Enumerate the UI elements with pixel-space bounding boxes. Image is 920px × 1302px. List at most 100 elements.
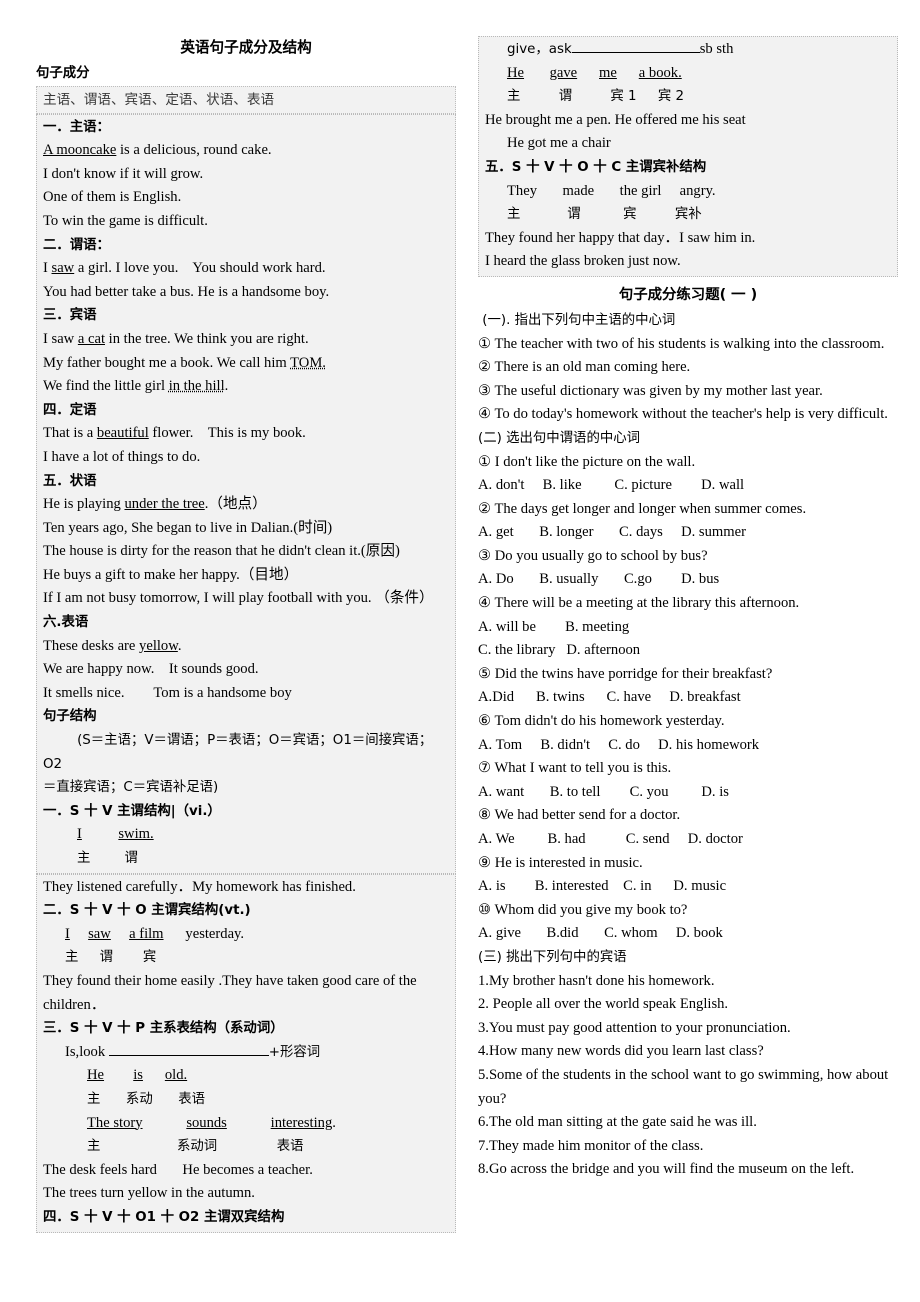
part2-question-10-stem: ⑩ Whom did you give my book to? bbox=[478, 901, 688, 918]
diagram-svp1-words: He is old. bbox=[87, 1067, 188, 1084]
part3-item-7: 7.They made him monitor of the class. bbox=[478, 1137, 704, 1154]
diagram-svp2-words: The story sounds interesting. bbox=[87, 1114, 336, 1131]
example-subject-3: One of them is English. bbox=[43, 189, 182, 206]
part2-question-5-options: A.Did B. twins C. have D. breakfast bbox=[478, 689, 741, 706]
heading-predicate: 二．谓语： bbox=[43, 237, 110, 253]
part3-item-3: 3.You must pay good attention to your pr… bbox=[478, 1019, 791, 1036]
svp-formula-suffix: +形容词 bbox=[268, 1044, 321, 1060]
part3-item-5-cont: you? bbox=[478, 1090, 507, 1107]
example-object-2: My father bought me a book. We call him … bbox=[43, 354, 326, 371]
part2-question-5-stem: ⑤ Did the twins have porridge for their … bbox=[478, 665, 773, 682]
components-list: 主语、谓语、宾语、定语、状语、表语 bbox=[43, 91, 275, 108]
heading-predicative: 六.表语 bbox=[43, 615, 89, 631]
structure-legend-line-2: ＝直接宾语；C＝宾语补足语) bbox=[43, 780, 219, 796]
structure-legend-line-1: (S＝主语；V＝谓语；P＝表语；O＝宾语；O1＝间接宾语；O2 bbox=[43, 733, 433, 772]
left-column: 英语句子成分及结构 句子成分 主语、谓语、宾语、定语、状语、表语 一．主语： A… bbox=[36, 36, 456, 1233]
example-svoc-line-1: They found her happy that day．I saw him … bbox=[485, 229, 756, 246]
exercise-part3-heading: (三) 挑出下列句中的宾语 bbox=[478, 949, 627, 965]
example-attributive-1: That is a beautiful flower. This is my b… bbox=[43, 425, 306, 442]
part2-question-4-options: A. will be B. meeting bbox=[478, 618, 630, 635]
svoo-blank bbox=[571, 39, 700, 53]
part3-item-1: 1.My brother hasn't done his homework. bbox=[478, 972, 715, 989]
diagram-svoc-labels: 主 谓 宾 宾补 bbox=[507, 207, 702, 223]
part1-item-2: ② There is an old man coming here. bbox=[478, 359, 691, 376]
example-sv: They listened carefully．My homework has … bbox=[43, 878, 356, 895]
svp-formula: Is,look +形容词 bbox=[43, 1041, 451, 1065]
svoo-formula-suffix: sb sth bbox=[699, 41, 734, 57]
example-svo-line-2: children． bbox=[43, 996, 106, 1013]
part2-question-4-options-cont: C. the library D. afternoon bbox=[478, 642, 641, 659]
example-subject-1: A mooncake is a delicious, round cake. bbox=[43, 142, 272, 159]
document-title: 英语句子成分及结构 bbox=[180, 39, 312, 56]
exercise-title: 句子成分练习题( 一 ) bbox=[618, 286, 758, 303]
example-attributive-2: I have a lot of things to do. bbox=[43, 448, 201, 465]
components-list-row: 主语、谓语、宾语、定语、状语、表语 bbox=[36, 85, 456, 114]
part1-item-1: ① The teacher with two of his students i… bbox=[478, 335, 885, 352]
exercise-part1-heading: (一). 指出下列句中主语的中心词 bbox=[478, 312, 676, 328]
example-predicate-1: I saw a girl. I love you. You should wor… bbox=[43, 260, 326, 277]
example-svo-line-1: They found their home easily .They have … bbox=[43, 972, 417, 989]
heading-sentence-structure: 句子结构 bbox=[43, 709, 97, 725]
heading-structure-svp: 三．S 十 V 十 P 主系表结构（系动词） bbox=[43, 1021, 284, 1037]
part2-question-9-options: A. is B. interested C. in D. music bbox=[478, 878, 727, 895]
exercise-part2-heading: (二) 选出句中谓语的中心词 bbox=[478, 430, 641, 446]
left-shaded-block-2: They listened carefully．My homework has … bbox=[36, 873, 456, 1233]
example-object-3: We find the little girl in the hill. bbox=[43, 378, 229, 395]
heading-structure-sv: 一．S 十 V 主谓结构|（vi.） bbox=[43, 803, 221, 819]
part1-item-4: ④ To do today's homework without the tea… bbox=[478, 406, 888, 423]
part2-question-3-options: A. Do B. usually C.go D. bus bbox=[478, 571, 720, 588]
example-adverbial-5: If I am not busy tomorrow, I will play f… bbox=[43, 590, 434, 607]
example-predicative-1: These desks are yellow. bbox=[43, 637, 182, 654]
example-object-1: I saw a cat in the tree. We think you ar… bbox=[43, 330, 309, 347]
part3-item-8: 8.Go across the bridge and you will find… bbox=[478, 1161, 855, 1178]
example-predicative-3: It smells nice. Tom is a handsome boy bbox=[43, 684, 292, 701]
diagram-sv-words: I swim. bbox=[77, 826, 154, 843]
example-subject-2: I don't know if it will grow. bbox=[43, 165, 204, 182]
example-subject-4: To win the game is difficult. bbox=[43, 212, 208, 229]
example-adverbial-1: He is playing under the tree.（地点） bbox=[43, 496, 267, 513]
right-column: give，ask sb sth He gave me a book. 主 谓 宾 … bbox=[478, 36, 898, 1182]
part2-question-6-stem: ⑥ Tom didn't do his homework yesterday. bbox=[478, 713, 725, 730]
two-column-layout: 英语句子成分及结构 句子成分 主语、谓语、宾语、定语、状语、表语 一．主语： A… bbox=[36, 36, 898, 1233]
diagram-svp1-labels: 主 系动 表语 bbox=[87, 1091, 206, 1107]
part2-question-7-stem: ⑦ What I want to tell you is this. bbox=[478, 760, 672, 777]
part2-question-1-stem: ① I don't like the picture on the wall. bbox=[478, 453, 696, 470]
diagram-svoc-words: They made the girl angry. bbox=[507, 182, 716, 199]
svp-formula-prefix: Is,look bbox=[65, 1043, 109, 1060]
svoo-formula: give，ask sb sth bbox=[485, 38, 893, 62]
example-svoc-line-2: I heard the glass broken just now. bbox=[485, 253, 681, 270]
example-svoo-line-2: He got me a chair bbox=[507, 135, 611, 152]
section-heading-sentence-components: 句子成分 bbox=[36, 66, 90, 81]
diagram-svo-labels: 主 谓 宾 bbox=[65, 950, 157, 966]
part2-question-9-stem: ⑨ He is interested in music. bbox=[478, 854, 643, 871]
heading-structure-svoo: 四．S 十 V 十 O1 十 O2 主谓双宾结构 bbox=[43, 1209, 285, 1225]
example-svoo-line-1: He brought me a pen. He offered me his s… bbox=[485, 111, 746, 128]
part2-question-1-options: A. don't B. like C. picture D. wall bbox=[478, 477, 745, 494]
part2-question-4-stem: ④ There will be a meeting at the library… bbox=[478, 595, 800, 612]
part3-item-2: 2. People all over the world speak Engli… bbox=[478, 996, 729, 1013]
example-adverbial-2: Ten years ago, She began to live in Dali… bbox=[43, 519, 333, 536]
part2-question-8-options: A. We B. had C. send D. doctor bbox=[478, 831, 743, 847]
part2-question-3-stem: ③ Do you usually go to school by bus? bbox=[478, 547, 708, 564]
example-predicate-2: You had better take a bus. He is a hands… bbox=[43, 283, 330, 300]
worksheet-page: 英语句子成分及结构 句子成分 主语、谓语、宾语、定语、状语、表语 一．主语： A… bbox=[0, 0, 920, 1302]
part2-question-10-options: A. give B.did C. whom D. book bbox=[478, 925, 723, 942]
heading-attributive: 四．定语 bbox=[43, 402, 97, 418]
diagram-svo-words: I saw a film yesterday. bbox=[65, 925, 245, 942]
diagram-svp2-labels: 主 系动词 表语 bbox=[87, 1139, 304, 1155]
heading-structure-svo: 二．S 十 V 十 O 主谓宾结构(vt.) bbox=[43, 903, 251, 919]
heading-subject: 一．主语： bbox=[43, 119, 110, 135]
heading-object: 三．宾语 bbox=[43, 308, 97, 324]
diagram-sv-labels: 主 谓 bbox=[77, 851, 138, 866]
heading-structure-svoc: 五．S 十 V 十 O 十 C 主谓宾补结构 bbox=[485, 159, 707, 175]
svp-blank bbox=[108, 1042, 269, 1056]
left-shaded-block: 一．主语： A mooncake is a delicious, round c… bbox=[36, 113, 456, 874]
part2-question-7-options: A. want B. to tell C. you D. is bbox=[478, 783, 729, 800]
svoo-formula-prefix: give，ask bbox=[507, 42, 572, 57]
diagram-svoo-labels: 主 谓 宾 1 宾 2 bbox=[507, 89, 685, 105]
example-adverbial-3: The house is dirty for the reason that h… bbox=[43, 543, 400, 560]
part3-item-4: 4.How many new words did you learn last … bbox=[478, 1043, 764, 1060]
diagram-svoo-words: He gave me a book. bbox=[507, 64, 682, 81]
example-predicative-2: We are happy now. It sounds good. bbox=[43, 661, 259, 678]
part1-item-3: ③ The useful dictionary was given by my … bbox=[478, 382, 823, 399]
